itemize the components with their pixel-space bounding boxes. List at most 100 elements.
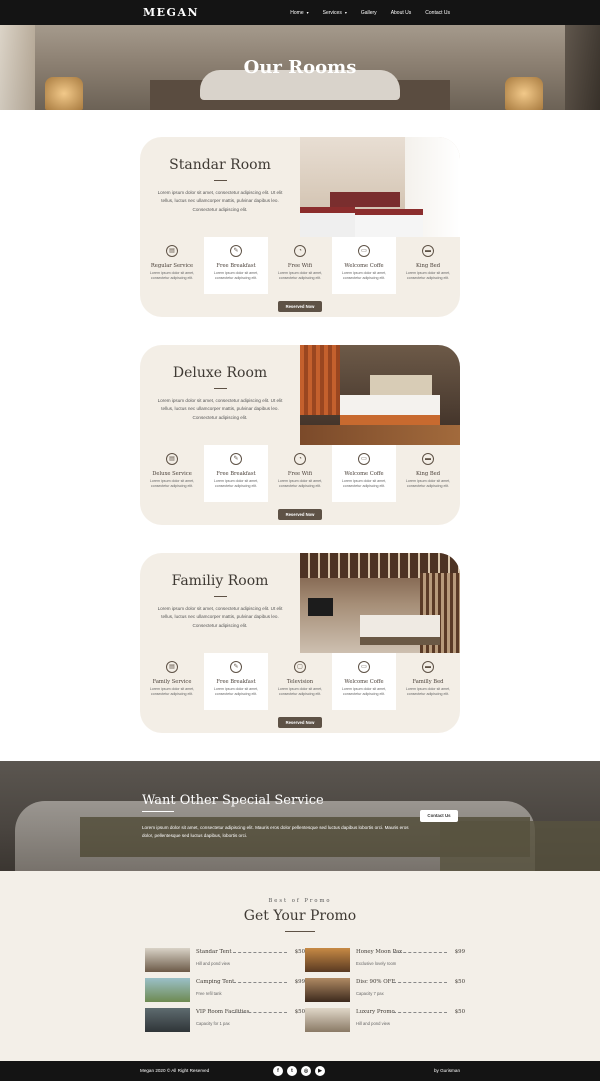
amenity-item: ▭ Welcome Coffe Lorem ipsum dolor sit am… (332, 445, 396, 502)
amenity-name: Welcome Coffe (344, 263, 384, 269)
amenity-name: Television (286, 679, 314, 685)
amenity-name: Deluxe Service (152, 471, 192, 477)
amenity-desc: Lorem ipsum dolor sit amet, consectetur … (277, 479, 323, 489)
instagram-icon[interactable]: ◎ (301, 1066, 311, 1076)
brand-logo[interactable]: MEGAN (143, 6, 199, 19)
amenity-name: Regular Service (150, 263, 194, 269)
amenity-desc: Lorem ipsum dolor sit amet, consectetur … (277, 687, 323, 697)
service-icon: ▤ (166, 661, 178, 673)
amenity-desc: Lorem ipsum dolor sit amet, consectetur … (341, 687, 387, 697)
wifi-icon: ◔ (294, 453, 306, 465)
reserve-now-button[interactable]: Reserved Now (278, 301, 322, 312)
amenity-name: Free Wifi (287, 263, 313, 269)
promo-price: $99 (454, 949, 465, 955)
amenity-name: Welcome Coffe (344, 679, 384, 685)
nav-services[interactable]: Services ▾ (323, 10, 347, 16)
nav-contact[interactable]: Contact Us (425, 10, 450, 16)
promo-subtitle: Free refil tank (196, 991, 222, 996)
tv-icon: ▢ (294, 661, 306, 673)
reserve-now-button[interactable]: Reserved Now (278, 509, 322, 520)
promo-name: Standar Tent (196, 949, 232, 955)
promo-item[interactable]: Honey Moon Pax $99 Exclusive lovely room (305, 948, 465, 974)
nav-gallery[interactable]: Gallery (361, 10, 377, 16)
promo-subtitle: Capacity for 1 pax (196, 1021, 230, 1026)
room-title: Familiy Room (171, 573, 269, 589)
promo-thumbnail (305, 948, 350, 972)
reserve-now-button[interactable]: Reserved Now (278, 717, 322, 728)
promo-item[interactable]: Luxury Promo $50 Hill and pond view (305, 1008, 465, 1034)
nav-contact-label: Contact Us (425, 9, 450, 16)
bed-icon: ▬ (422, 245, 434, 257)
amenity-desc: Lorem ipsum dolor sit amet, consectetur … (149, 687, 195, 697)
promo-title: Get Your Promo (243, 908, 357, 924)
amenity-desc: Lorem ipsum dolor sit amet, consectetur … (405, 479, 451, 489)
coffee-icon: ▭ (358, 453, 370, 465)
amenity-item: ▢ Television Lorem ipsum dolor sit amet,… (268, 653, 332, 710)
room-description: Lorem ipsum dolor sit amet, consectetur … (157, 606, 283, 628)
coffee-icon: ▭ (358, 661, 370, 673)
amenity-item: ◔ Free Wifi Lorem ipsum dolor sit amet, … (268, 445, 332, 502)
amenity-name: Welcome Coffe (344, 471, 384, 477)
room-card-header: Deluxe Room Lorem ipsum dolor sit amet, … (140, 345, 300, 445)
amenity-item: ▤ Deluxe Service Lorem ipsum dolor sit a… (140, 445, 204, 502)
amenity-item: ▭ Welcome Coffe Lorem ipsum dolor sit am… (332, 653, 396, 710)
room-description: Lorem ipsum dolor sit amet, consectetur … (157, 190, 283, 212)
promo-divider (285, 931, 315, 932)
room-title: Standar Room (169, 157, 271, 173)
nav-home[interactable]: Home ▾ (290, 10, 308, 16)
amenity-desc: Lorem ipsum dolor sit amet, consectetur … (213, 687, 259, 697)
promo-kicker: Best of Promo (268, 898, 332, 904)
chevron-down-icon: ▾ (306, 10, 309, 15)
room-tv (308, 598, 333, 616)
facebook-icon[interactable]: f (273, 1066, 283, 1076)
promo-thumbnail (305, 978, 350, 1002)
promo-thumbnail (305, 1008, 350, 1032)
room-photo (300, 553, 460, 653)
amenity-desc: Lorem ipsum dolor sit amet, consectetur … (149, 479, 195, 489)
contact-us-button[interactable]: Contact Us (420, 810, 458, 822)
chevron-down-icon: ▾ (344, 10, 347, 15)
amenity-name: Free Breakfast (216, 263, 256, 269)
promo-dotted-leader (393, 982, 447, 983)
room-title-divider (214, 596, 227, 597)
room-description: Lorem ipsum dolor sit amet, consectetur … (157, 398, 283, 420)
room-bed (300, 207, 355, 237)
promo-price: $50 (294, 949, 305, 955)
room-curtain (300, 345, 340, 415)
social-links: f t ◎ ▶ (273, 1066, 325, 1076)
twitter-icon[interactable]: t (287, 1066, 297, 1076)
promo-item[interactable]: Standar Tent $50 Hill and pond view (145, 948, 305, 974)
promo-name: Camping Tent (196, 979, 235, 985)
nav-about-label: About Us (390, 9, 412, 16)
room-card: Standar Room Lorem ipsum dolor sit amet,… (140, 137, 460, 317)
page-title: Our Rooms (243, 57, 357, 78)
room-title-divider (214, 388, 227, 389)
amenities-row: ▤ Regular Service Lorem ipsum dolor sit … (140, 237, 460, 294)
nav-about[interactable]: About Us (391, 10, 412, 16)
promo-item[interactable]: Disc 90% OFF $50 Capacity 7 pax (305, 978, 465, 1004)
promo-price: $99 (294, 979, 305, 985)
amenity-desc: Lorem ipsum dolor sit amet, consectetur … (277, 271, 323, 281)
promo-thumbnail (145, 1008, 190, 1032)
amenity-item: ▬ Familly Bed Lorem ipsum dolor sit amet… (396, 653, 460, 710)
promo-item[interactable]: Camping Tent $99 Free refil tank (145, 978, 305, 1004)
amenity-item: ▤ Regular Service Lorem ipsum dolor sit … (140, 237, 204, 294)
room-title-divider (214, 180, 227, 181)
amenity-item: ▬ King Bed Lorem ipsum dolor sit amet, c… (396, 237, 460, 294)
amenity-desc: Lorem ipsum dolor sit amet, consectetur … (341, 271, 387, 281)
amenity-item: ▤ Family Service Lorem ipsum dolor sit a… (140, 653, 204, 710)
promo-item[interactable]: VIP Room Facilities $50 Capacity for 1 p… (145, 1008, 305, 1034)
amenity-name: Family Service (152, 679, 192, 685)
main-menu: Home ▾ Services ▾ Gallery About Us Contact… (290, 0, 450, 25)
promo-name: Disc 90% OFF (356, 979, 396, 985)
promo-subtitle: Hill and pond view (356, 1021, 390, 1026)
nav-gallery-label: Gallery (360, 9, 377, 16)
service-icon: ▤ (166, 453, 178, 465)
room-photo (300, 137, 460, 237)
room-card: Familiy Room Lorem ipsum dolor sit amet,… (140, 553, 460, 733)
promo-dotted-leader (233, 1012, 287, 1013)
amenity-name: Free Breakfast (216, 471, 256, 477)
room-card: Deluxe Room Lorem ipsum dolor sit amet, … (140, 345, 460, 525)
youtube-icon[interactable]: ▶ (315, 1066, 325, 1076)
amenity-name: King Bed (415, 471, 441, 477)
